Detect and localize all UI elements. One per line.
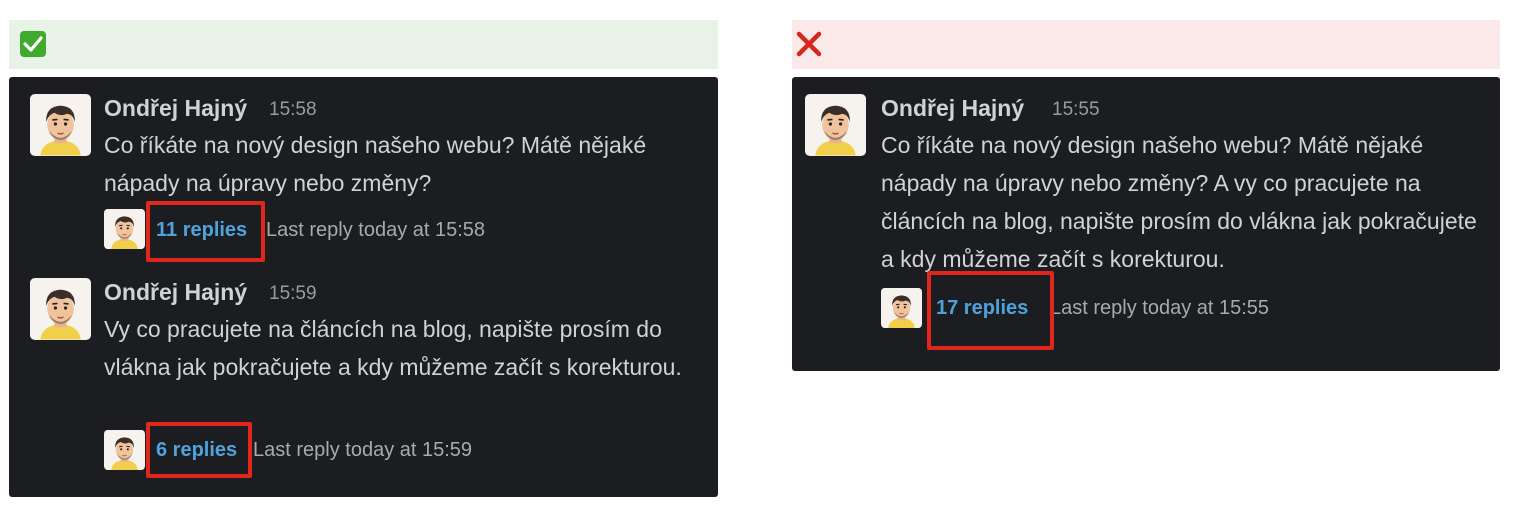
- highlight-box: [927, 271, 1054, 350]
- last-reply-text: Last reply today at 15:59: [253, 439, 473, 461]
- message-text: Co říkáte na nový design našeho webu? Má…: [881, 132, 1477, 272]
- bad-example-banner: [792, 20, 1500, 69]
- message-timestamp[interactable]: 15:58: [269, 99, 317, 121]
- last-reply-text: Last reply today at 15:55: [1050, 297, 1270, 319]
- message-text: Co říkáte na nový design našeho webu? Má…: [104, 132, 647, 196]
- bad-example-panel: Ondřej Hajný 15:55 Co říkáte na nový des…: [792, 77, 1500, 371]
- reply-avatar: [104, 209, 145, 249]
- check-mark-icon: [20, 31, 46, 57]
- message-author[interactable]: Ondřej Hajný: [104, 279, 247, 306]
- message-timestamp[interactable]: 15:55: [1052, 99, 1100, 121]
- avatar[interactable]: [805, 94, 866, 156]
- last-reply-text: Last reply today at 15:58: [266, 219, 486, 241]
- cross-mark-icon: [796, 31, 822, 57]
- message-timestamp[interactable]: 15:59: [269, 283, 317, 305]
- good-example-banner: [9, 20, 718, 69]
- avatar[interactable]: [30, 278, 91, 340]
- highlight-box: [146, 422, 252, 478]
- message-author[interactable]: Ondřej Hajný: [881, 95, 1024, 122]
- highlight-box: [146, 201, 265, 262]
- message-author[interactable]: Ondřej Hajný: [104, 95, 247, 122]
- message-text: Vy co pracujete na článcích na blog, nap…: [104, 316, 682, 380]
- reply-avatar: [104, 430, 145, 470]
- avatar[interactable]: [30, 94, 91, 156]
- good-example-panel: Ondřej Hajný 15:58 Co říkáte na nový des…: [9, 77, 718, 497]
- reply-avatar: [881, 288, 922, 328]
